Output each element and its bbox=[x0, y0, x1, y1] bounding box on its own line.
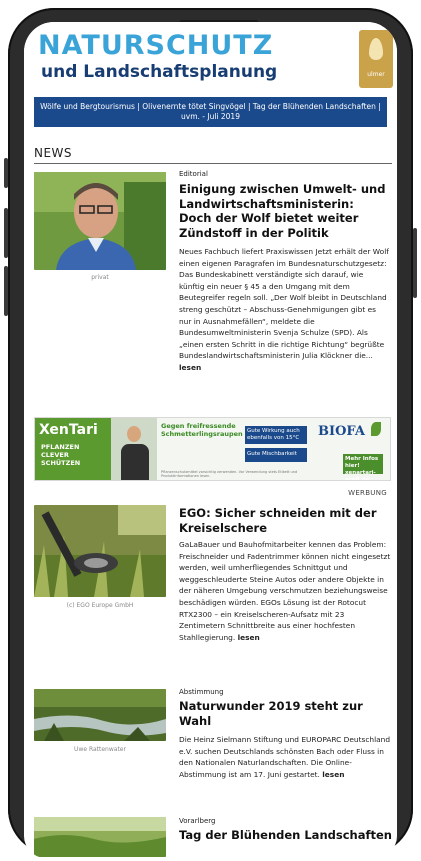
masthead-subtitle: und Landschaftsplanung bbox=[41, 62, 278, 82]
masthead-title: NATURSCHUTZ bbox=[38, 30, 274, 61]
ad-person-body bbox=[121, 444, 149, 480]
leaf-icon bbox=[369, 38, 383, 60]
article-2-text: GaLaBauer und Bauhofmitarbeiter kennen d… bbox=[179, 540, 391, 642]
ad-fine-print: Pflanzenschutzmittel vorsichtig verwende… bbox=[161, 470, 298, 478]
article-3-read-more-link[interactable]: lesen bbox=[322, 770, 344, 779]
article-2-photo[interactable] bbox=[34, 505, 166, 597]
article-2-body: GaLaBauer und Bauhofmitarbeiter kennen d… bbox=[179, 539, 391, 643]
article-1-kicker: Editorial bbox=[179, 170, 208, 178]
article-1-headline[interactable]: Einigung zwischen Umwelt- und Landwirtsc… bbox=[179, 182, 389, 240]
mute-switch bbox=[4, 158, 8, 188]
ad-more-info-button[interactable]: Mehr Infos hier! xenartari-profi.de bbox=[343, 454, 383, 480]
xentari-ad-banner[interactable]: XenTari PFLANZEN CLEVER SCHÜTZEN Gegen f… bbox=[34, 417, 391, 481]
ad-brand-name: XenTari bbox=[39, 422, 98, 438]
masthead[interactable]: NATURSCHUTZ und Landschaftsplanung ulmer bbox=[24, 22, 397, 95]
publisher-logo-text: ulmer bbox=[367, 71, 385, 78]
article-4-headline[interactable]: Tag der Blühenden Landschaften bbox=[179, 828, 394, 843]
article-3-headline[interactable]: Naturwunder 2019 steht zur Wahl bbox=[179, 699, 389, 728]
ad-feature-2: Gute Mischbarkeit bbox=[245, 448, 307, 462]
article-1-read-more-link[interactable]: lesen bbox=[179, 363, 201, 372]
power-button bbox=[413, 228, 417, 298]
article-2-caption: (c) EGO Europe GmbH bbox=[66, 602, 134, 609]
section-title: NEWS bbox=[34, 146, 73, 160]
article-4-photo[interactable] bbox=[34, 817, 166, 857]
article-1-text: Neues Fachbuch liefert Praxiswissen Jetz… bbox=[179, 247, 389, 361]
article-3-body: Die Heinz Sielmann Stiftung und EUROPARC… bbox=[179, 734, 391, 780]
article-3-photo[interactable] bbox=[34, 689, 166, 741]
sponsored-label: WERBUNG bbox=[348, 489, 387, 497]
article-2-read-more-link[interactable]: lesen bbox=[238, 633, 260, 642]
ad-claim: Gegen freifressende Schmetterlingsraupen bbox=[161, 422, 243, 438]
ad-feature-1: Gute Wirkung auch ebenfalls von 15°C bbox=[245, 426, 307, 444]
topics-bar[interactable]: Wölfe und Bergtourismus | Olivenernte tö… bbox=[34, 97, 387, 127]
ad-brand-panel: XenTari PFLANZEN CLEVER SCHÜTZEN bbox=[35, 418, 111, 480]
article-3-caption: Uwe Rattenwater bbox=[74, 746, 126, 753]
biofa-leaf-icon bbox=[371, 422, 381, 436]
article-3-kicker: Abstimmung bbox=[179, 688, 224, 696]
newsletter-screen: NATURSCHUTZ und Landschaftsplanung ulmer… bbox=[24, 22, 397, 858]
ad-partner-logo: BIOFA bbox=[318, 424, 365, 439]
article-2-headline[interactable]: EGO: Sicher schneiden mit der Kreiselsch… bbox=[179, 506, 389, 535]
article-1-caption: privat bbox=[91, 274, 109, 281]
publisher-logo[interactable]: ulmer bbox=[359, 30, 393, 88]
article-1-body: Neues Fachbuch liefert Praxiswissen Jetz… bbox=[179, 246, 389, 374]
ad-person-image bbox=[111, 418, 157, 480]
ad-tagline: PFLANZEN CLEVER SCHÜTZEN bbox=[41, 443, 81, 467]
article-4-kicker: Vorarlberg bbox=[179, 817, 216, 825]
section-divider bbox=[34, 163, 392, 164]
article-3-text: Die Heinz Sielmann Stiftung und EUROPARC… bbox=[179, 735, 391, 779]
ad-person-head bbox=[127, 426, 141, 442]
article-1-photo[interactable] bbox=[34, 172, 166, 270]
volume-up-button bbox=[4, 208, 8, 258]
volume-down-button bbox=[4, 266, 8, 316]
